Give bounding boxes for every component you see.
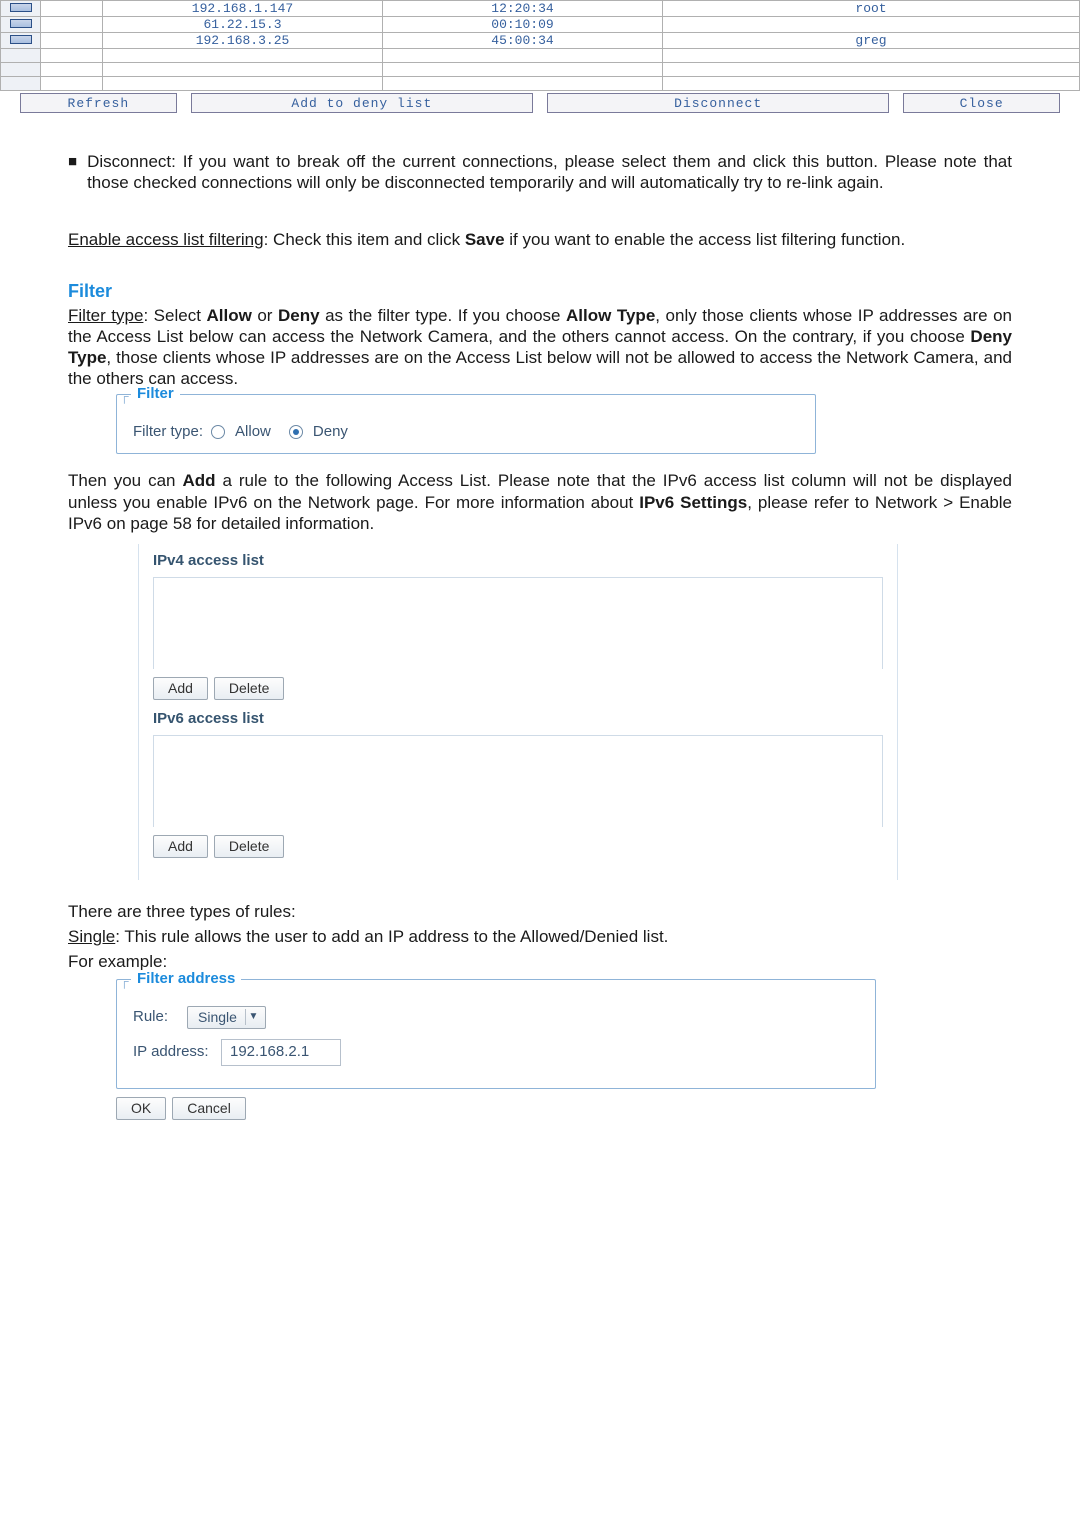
table-row [1, 49, 1080, 63]
rule-single-label: Single [68, 927, 115, 946]
ipv4-title: IPv4 access list [153, 552, 883, 571]
enable-access-text: Enable access list filtering: Check this… [68, 229, 1012, 250]
table-row: 61.22.15.3 00:10:09 [1, 17, 1080, 33]
row-time [383, 49, 663, 63]
ipv6-title: IPv6 access list [153, 710, 883, 729]
row-time: 12:20:34 [383, 1, 663, 17]
radio-dot-icon [293, 429, 299, 435]
row-ip: 61.22.15.3 [103, 17, 383, 33]
add-rule-text: Then you can Add a rule to the following… [68, 470, 1012, 534]
row-id [41, 1, 103, 17]
rule-select-value: Single [198, 1009, 237, 1027]
filter-heading: Filter [68, 280, 1012, 303]
connection-table: 192.168.1.147 12:20:34 root 61.22.15.3 0… [0, 0, 1080, 91]
row-check-cell[interactable] [1, 17, 41, 33]
chevron-down-icon: ▼ [245, 1009, 261, 1025]
filter-type-text: Filter type: Select Allow or Deny as the… [68, 305, 1012, 390]
row-check-cell[interactable] [1, 49, 41, 63]
close-button[interactable]: Close [903, 93, 1060, 113]
ipv6-listbox[interactable] [153, 735, 883, 827]
ipv6-delete-button[interactable]: Delete [214, 835, 284, 858]
ipv6-add-button[interactable]: Add [153, 835, 208, 858]
ipv4-add-button[interactable]: Add [153, 677, 208, 700]
row-ip: 192.168.1.147 [103, 1, 383, 17]
row-id [41, 17, 103, 33]
radio-allow[interactable] [211, 425, 225, 439]
rule-select[interactable]: Single ▼ [187, 1006, 266, 1030]
row-check-cell[interactable] [1, 1, 41, 17]
filter-address-legend: Filter address [131, 970, 241, 989]
filter-type-field-label: Filter type: [133, 423, 203, 442]
fieldset-tick-icon: ┌ [120, 974, 129, 989]
ipv4-listbox[interactable] [153, 577, 883, 669]
row-id [41, 33, 103, 49]
row-ip: 192.168.3.25 [103, 33, 383, 49]
row-user: greg [663, 33, 1080, 49]
row-user [663, 17, 1080, 33]
rules-intro: There are three types of rules: [68, 901, 1012, 922]
disconnect-description: Disconnect: If you want to break off the… [85, 151, 1012, 194]
table-row: 192.168.1.147 12:20:34 root [1, 1, 1080, 17]
row-check-cell[interactable] [1, 77, 41, 91]
filter-type-label: Filter type [68, 306, 143, 325]
add-deny-button[interactable]: Add to deny list [191, 93, 533, 113]
row-user [663, 49, 1080, 63]
row-check-cell[interactable] [1, 33, 41, 49]
cancel-button[interactable]: Cancel [172, 1097, 246, 1120]
table-row: 192.168.3.25 45:00:34 greg [1, 33, 1080, 49]
checkbox-icon[interactable] [10, 19, 32, 28]
radio-deny-label: Deny [313, 423, 348, 442]
disconnect-button[interactable]: Disconnect [547, 93, 889, 113]
table-row [1, 63, 1080, 77]
rule-single-text: Single: This rule allows the user to add… [68, 926, 1012, 947]
rule-label: Rule: [133, 1008, 179, 1027]
radio-allow-label: Allow [235, 423, 271, 442]
checkbox-icon[interactable] [10, 35, 32, 44]
ip-address-label: IP address: [133, 1043, 213, 1062]
filter-panel-legend: Filter [131, 385, 180, 404]
row-id [41, 49, 103, 63]
ipv4-delete-button[interactable]: Delete [214, 677, 284, 700]
document-body: ■ Disconnect: If you want to break off t… [0, 115, 1080, 1120]
table-row [1, 77, 1080, 91]
checkbox-icon[interactable] [10, 3, 32, 12]
filter-address-panel: ┌ Filter address Rule: Single ▼ IP addre… [116, 979, 876, 1089]
radio-deny[interactable] [289, 425, 303, 439]
ok-button[interactable]: OK [116, 1097, 166, 1120]
bullet-icon: ■ [68, 151, 77, 198]
table-buttons: Refresh Add to deny list Disconnect Clos… [0, 91, 1080, 115]
ip-address-input[interactable]: 192.168.2.1 [221, 1039, 341, 1066]
fieldset-tick-icon: ┌ [120, 389, 130, 402]
enable-access-label: Enable access list filtering [68, 230, 264, 249]
row-time: 00:10:09 [383, 17, 663, 33]
access-list-wrap: IPv4 access list Add Delete IPv6 access … [138, 544, 898, 880]
refresh-button[interactable]: Refresh [20, 93, 177, 113]
row-time: 45:00:34 [383, 33, 663, 49]
row-user: root [663, 1, 1080, 17]
filter-panel: ┌ Filter Filter type: Allow Deny [116, 394, 816, 455]
row-ip [103, 49, 383, 63]
filter-type-row: Filter type: Allow Deny [133, 423, 799, 442]
row-check-cell[interactable] [1, 63, 41, 77]
